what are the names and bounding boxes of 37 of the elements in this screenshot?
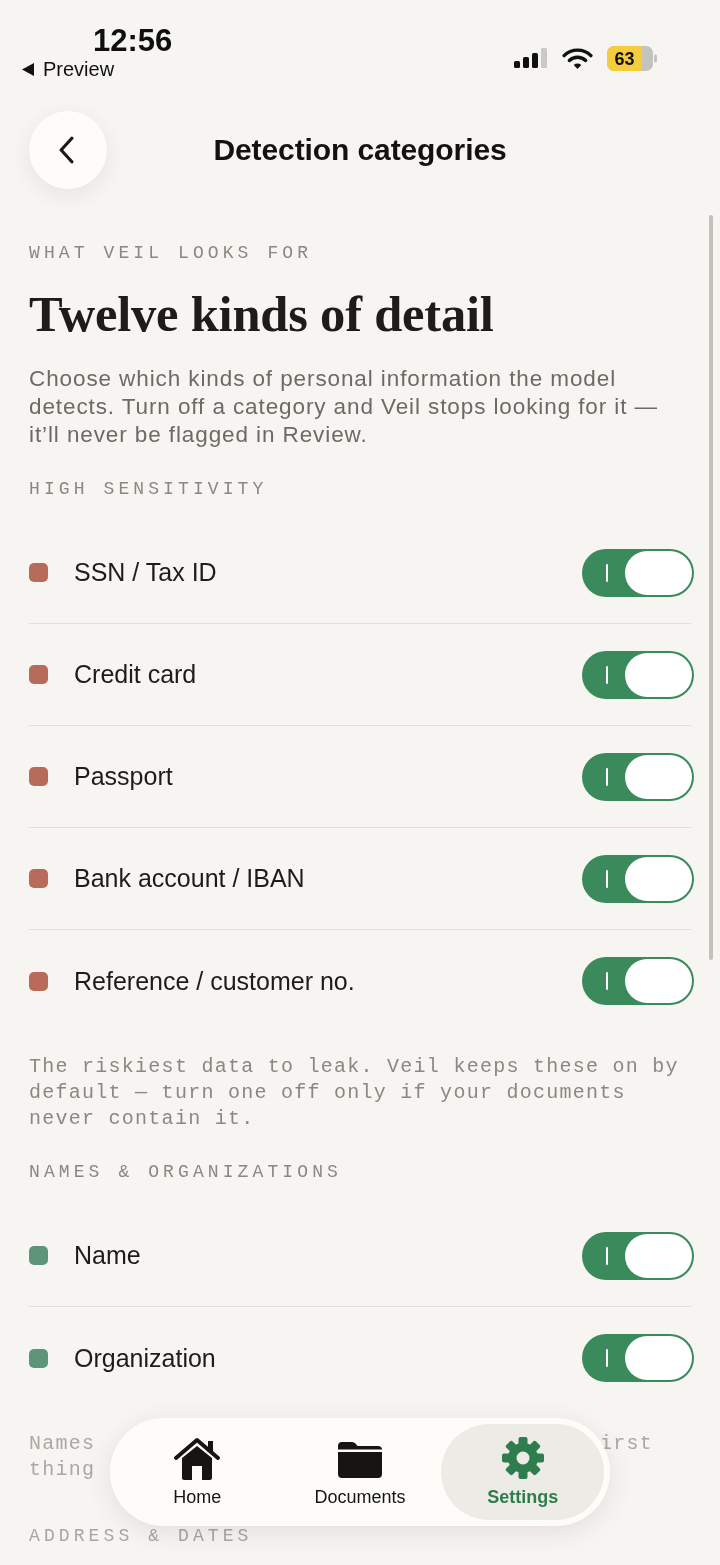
section-heading: Twelve kinds of detail bbox=[29, 286, 495, 342]
folder-icon bbox=[337, 1440, 383, 1478]
toggle-switch[interactable] bbox=[582, 752, 694, 801]
back-to-app-link[interactable]: Preview bbox=[22, 58, 115, 80]
toggle-switch[interactable] bbox=[582, 548, 694, 597]
tab-bar-item[interactable]: Settings bbox=[441, 1424, 604, 1520]
chevron-left-icon bbox=[59, 136, 74, 164]
page-title: Detection categories bbox=[212, 133, 508, 167]
eyebrow-label: WHAT VEIL LOOKS FOR bbox=[29, 242, 314, 264]
toggle-switch[interactable] bbox=[582, 650, 694, 699]
house-icon bbox=[173, 1436, 222, 1480]
category-label: Reference / customer no. bbox=[74, 966, 356, 996]
gear-icon bbox=[500, 1436, 545, 1480]
section-label: ADDRESS & DATES bbox=[29, 1525, 254, 1547]
note-text: thing bbox=[29, 1457, 96, 1483]
category-label: Name bbox=[74, 1241, 142, 1270]
toggle-switch[interactable] bbox=[582, 957, 694, 1005]
wifi-icon bbox=[562, 47, 593, 69]
category-label: Organization bbox=[74, 1343, 217, 1373]
toggle-switch[interactable] bbox=[582, 1334, 694, 1382]
section-label: NAMES & ORGANIZATIONS bbox=[29, 1161, 343, 1183]
category-label: Bank account / IBAN bbox=[74, 864, 306, 893]
category-label: SSN / Tax ID bbox=[74, 558, 218, 587]
section-label: HIGH SENSITIVITY bbox=[29, 478, 269, 500]
category-label: Credit card bbox=[74, 660, 198, 689]
signal-bars-icon bbox=[514, 48, 548, 68]
status-time: 12:56 bbox=[93, 24, 173, 58]
battery-indicator: 63 bbox=[607, 45, 657, 71]
description-text: Choose which kinds of personal information the model detects. Turn off a category and Veil stops looking for it — it’ll never be flagged in Review. bbox=[29, 365, 659, 449]
triangle-left-icon bbox=[22, 62, 34, 76]
toggle-switch[interactable] bbox=[582, 854, 694, 903]
tab-bar-item[interactable]: Documents bbox=[278, 1424, 442, 1520]
category-label: Passport bbox=[74, 762, 174, 791]
tab-bar-item[interactable]: Home bbox=[116, 1424, 279, 1520]
note-text: Names bbox=[29, 1431, 96, 1457]
section-note: The riskiest data to leak. Veil keeps these on by default — turn one off only if your documents never contain it. bbox=[29, 1054, 680, 1132]
toggle-switch[interactable] bbox=[582, 1231, 694, 1280]
